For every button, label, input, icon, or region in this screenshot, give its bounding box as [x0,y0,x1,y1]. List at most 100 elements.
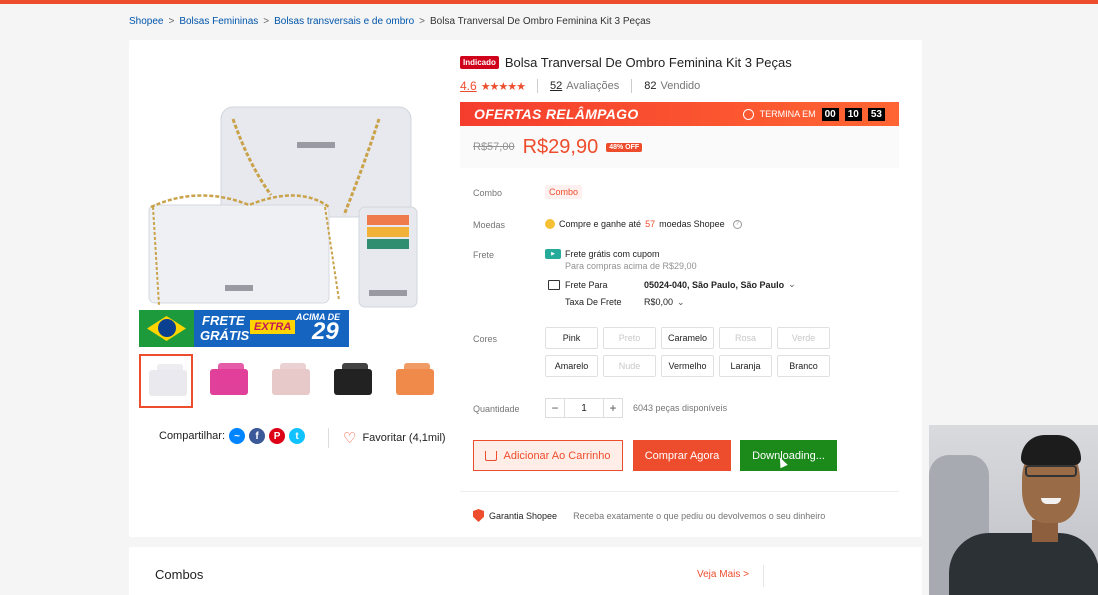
color-option[interactable]: Vermelho [661,355,714,377]
person-body [949,533,1098,595]
product-title: Bolsa Tranversal De Ombro Feminina Kit 3… [504,55,792,70]
facebook-icon[interactable]: f [249,428,266,444]
see-more-label: Veja Mais [697,569,741,580]
banner-line1: FRETE [202,313,245,328]
color-options: Pink Preto Caramelo Rosa Verde Amarelo N… [545,327,830,377]
reviews-label: Avaliações [566,80,620,92]
sold-label: Vendido [660,80,701,92]
free-shipping-icon: ▶ [545,249,561,259]
shipping-fee[interactable]: Taxa De Frete R$0,00 ⌄ [565,297,685,308]
thumbnail-3[interactable] [263,354,317,408]
cart-icon [485,450,498,461]
thumbnail-strip [139,354,441,408]
thumbnail-5[interactable] [387,354,441,408]
breadcrumb-link-shopee[interactable]: Shopee [129,16,163,27]
thumb-bag [280,363,306,383]
pinterest-icon[interactable]: P [269,428,286,444]
thumb-bag [342,363,368,383]
ends-label: TERMINA EM [759,109,816,119]
breadcrumb-link-bolsas-femininas[interactable]: Bolsas Femininas [179,16,258,27]
messenger-icon[interactable]: ~ [229,428,246,444]
label-combo: Combo [473,188,503,198]
banner-line2: GRÁTIS [200,328,250,343]
coins-pre: Compre e ganhe até [559,219,642,229]
label-quantidade: Quantidade [473,404,520,414]
divider [537,79,538,93]
coins-post: moedas Shopee [659,219,725,229]
guarantee-title: Garantia Shopee [489,510,558,521]
see-more-link[interactable]: Veja Mais > [697,569,749,580]
breadcrumb-link-transversais[interactable]: Bolsas transversais e de ombro [274,16,414,27]
old-price: R$57,00 [473,141,515,153]
countdown-hours: 00 [821,107,839,121]
share-row: Compartilhar: ~ f P t [159,428,306,444]
chevron-right-icon: > [263,16,270,27]
combo-tag[interactable]: Combo [545,185,583,199]
shipping-to-label: Frete Para [565,279,608,290]
guarantee-row[interactable]: Garantia Shopee Receba exatamente o que … [473,509,825,522]
banner-amount: 29 [312,318,339,345]
quantity-stepper: − 1 + 6043 peças disponíveis [545,398,727,418]
thumb-bag [157,364,183,384]
reviews-count[interactable]: 52 [550,80,562,92]
color-option[interactable]: Laranja [719,355,772,377]
stock-available: 6043 peças disponíveis [633,403,728,413]
add-to-cart-button[interactable]: Adicionar Ao Carrinho [473,440,623,471]
help-icon[interactable]: ? [732,219,742,229]
chevron-right-icon: > [168,16,175,27]
add-to-cart-label: Adicionar Ao Carrinho [503,449,611,462]
clock-icon [742,108,754,120]
color-option: Preto [603,327,656,349]
buy-now-button[interactable]: Comprar Agora [633,440,731,471]
favorite-row[interactable]: ♡ Favoritar (4,1mil) [328,428,446,448]
rating-value[interactable]: 4.6 [460,79,477,93]
glasses [1025,465,1077,477]
top-accent-bar [0,0,1098,4]
share-label: Compartilhar: [159,430,226,442]
guarantee-desc: Receba exatamente o que pediu ou devolve… [573,510,826,521]
chevron-right-icon: > [743,569,749,580]
coin-icon [545,219,555,229]
color-option: Rosa [719,327,772,349]
webcam-overlay [929,425,1098,595]
color-option[interactable]: Branco [777,355,830,377]
twitter-icon[interactable]: t [289,428,306,444]
title-row: Indicado Bolsa Tranversal De Ombro Femin… [460,55,792,70]
thumb-bag [404,363,430,383]
divider [631,79,633,93]
free-shipping-label: Frete grátis com cupom [565,249,660,259]
color-option[interactable]: Caramelo [661,327,714,349]
brazil-flag-icon [139,310,194,347]
star-rating-icon: ★★★★★ [480,80,526,93]
discount-badge: 48% OFF [606,142,643,152]
quantity-input[interactable]: 1 [565,398,603,418]
thumbnail-4[interactable] [325,354,379,408]
current-price: R$29,90 [522,135,599,158]
coins-value: 57 [645,219,656,229]
heart-icon[interactable]: ♡ [343,429,356,447]
thumbnail-1[interactable] [139,354,193,408]
minus-button[interactable]: − [545,398,565,418]
thumb-bag [218,363,244,383]
shipping-fee-label: Taxa De Frete [565,297,622,307]
free-shipping-banner: FRETE GRÁTIS EXTRA ACIMA DE 29 [139,310,349,347]
rating-row: 4.6 ★★★★★ 52 Avaliações 82 Vendido [460,79,700,93]
coins-info: Compre e ganhe até 57 moedas Shopee ? [545,219,742,229]
downloading-button[interactable]: Downloading... [740,440,837,471]
color-option: Verde [777,327,830,349]
chevron-right-icon: > [419,16,426,27]
free-shipping-info: ▶ Frete grátis com cupom Para compras ac… [545,249,697,271]
plus-button[interactable]: + [603,398,623,418]
thumbnail-2[interactable] [201,354,255,408]
shipping-destination[interactable]: Frete Para 05024-040, São Paulo, São Pau… [548,279,796,290]
shipping-fee-value: R$0,00 [644,297,674,307]
divider [460,491,899,492]
product-main-image[interactable] [139,75,442,345]
breadcrumb-current: Bolsa Tranversal De Ombro Feminina Kit 3… [430,16,651,27]
banner-extra: EXTRA [250,320,296,334]
color-option[interactable]: Pink [545,327,598,349]
chevron-down-icon: ⌄ [788,279,796,289]
favorite-label: Favoritar (4,1mil) [362,432,446,444]
chevron-down-icon: ⌄ [677,297,685,307]
color-option[interactable]: Amarelo [545,355,598,377]
